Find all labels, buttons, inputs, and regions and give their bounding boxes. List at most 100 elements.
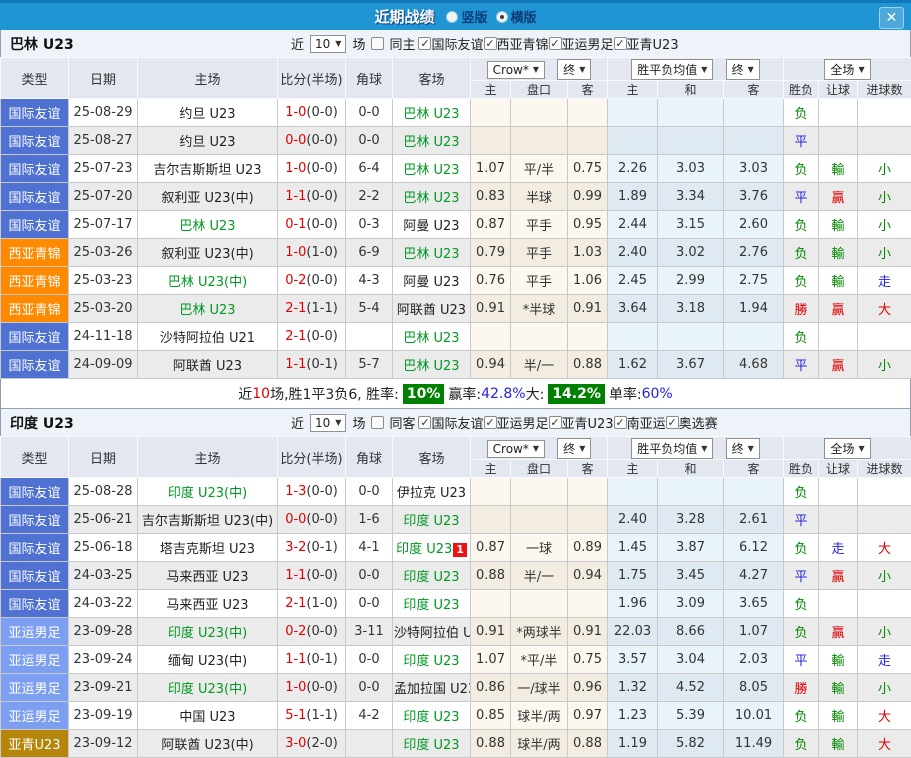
vertical-layout-radio[interactable] — [446, 11, 458, 23]
match-count-select[interactable]: 10 ▼ — [310, 35, 346, 53]
home-team-cell: 马来西亚 U23 — [138, 562, 278, 590]
halftime-score: (0-0) — [306, 217, 337, 232]
handicap-time-select[interactable]: 终▼ — [557, 59, 591, 80]
corner-cell: 0-0 — [346, 127, 393, 155]
competition-filter: ✓亚青U23 — [614, 34, 679, 53]
same-venue-checkbox[interactable] — [371, 416, 384, 429]
dialog-title: 近期战绩 — [374, 6, 434, 27]
corner-cell — [346, 730, 393, 758]
competition-checkbox[interactable]: ✓ — [418, 37, 431, 50]
away-team-name: 孟加拉国 U23 — [394, 682, 471, 697]
avg-away-odds: 2.03 — [724, 646, 784, 674]
table-row: 国际友谊24-09-09阿联酋 U231-1(0-1)5-7巴林 U230.94… — [1, 351, 911, 379]
score-cell: 1-3(0-0) — [278, 478, 346, 506]
avg-draw-odds: 5.39 — [658, 702, 724, 730]
handicap-home-odds: 1.07 — [471, 155, 511, 183]
handicap-home-odds — [471, 478, 511, 506]
competition-checkbox[interactable]: ✓ — [418, 416, 431, 429]
handicap-away-odds: 0.96 — [568, 674, 608, 702]
home-team-cell: 巴林 U23 — [138, 211, 278, 239]
handicap-time-select[interactable]: 终▼ — [557, 438, 591, 459]
handicap-home-odds — [471, 99, 511, 127]
table-row: 国际友谊24-03-22马来西亚 U232-1(1-0)0-0印度 U231.9… — [1, 590, 911, 618]
handicap-result-cell — [819, 478, 858, 506]
avg-home-odds: 1.62 — [608, 351, 658, 379]
competition-checkbox[interactable]: ✓ — [666, 416, 679, 429]
goals-result-cell: 走 — [858, 267, 911, 295]
summary-segment: 42.8% — [481, 386, 525, 402]
wdl-avg-select[interactable]: 胜平负均值▼ — [631, 59, 713, 80]
avg-away-odds: 6.12 — [724, 534, 784, 562]
match-type-badge: 国际友谊 — [1, 127, 69, 155]
record-summary: 近10场,胜1平3负6, 胜率:10%赢率:42.8% 大:14.2%单率:60… — [0, 379, 911, 409]
bookmaker-select[interactable]: Crow*▼ — [487, 61, 545, 79]
avg-draw-odds: 5.82 — [658, 730, 724, 758]
match-type-badge: 国际友谊 — [1, 562, 69, 590]
handicap-line: *两球半 — [511, 618, 568, 646]
competition-label: 国际友谊 — [431, 413, 483, 432]
result-cell: 负 — [784, 478, 819, 506]
competition-checkbox[interactable]: ✓ — [484, 37, 497, 50]
score-cell: 1-0(0-0) — [278, 155, 346, 183]
home-team-cell: 约旦 U23 — [138, 127, 278, 155]
handicap-result-cell: 輸 — [819, 211, 858, 239]
competition-checkbox[interactable]: ✓ — [549, 416, 562, 429]
competition-checkbox[interactable]: ✓ — [484, 416, 497, 429]
fulltime-score: 1-3 — [285, 484, 306, 499]
chevron-down-icon: ▼ — [335, 36, 341, 52]
away-team-cell: 印度 U23 — [393, 730, 471, 758]
sub-col-ah-away: 客 — [568, 460, 608, 478]
away-team-name: 印度 U23 — [403, 738, 459, 753]
competition-checkbox[interactable]: ✓ — [614, 37, 627, 50]
fulltime-score: 1-1 — [285, 357, 306, 372]
horizontal-layout-radio[interactable] — [496, 11, 508, 23]
handicap-result-cell — [819, 323, 858, 351]
fulltime-select[interactable]: 全场▼ — [824, 438, 870, 459]
horizontal-layout-label: 横版 — [511, 7, 537, 26]
wdl-time-select[interactable]: 终▼ — [726, 59, 760, 80]
games-label: 场 — [352, 413, 365, 432]
col-corner: 角球 — [346, 58, 393, 99]
handicap-home-odds: 0.87 — [471, 534, 511, 562]
result-group-header: 全场▼ — [784, 437, 911, 460]
close-button[interactable]: ✕ — [879, 7, 904, 29]
avg-away-odds: 2.60 — [724, 211, 784, 239]
fulltime-select[interactable]: 全场▼ — [824, 59, 870, 80]
goals-result-cell — [858, 99, 911, 127]
home-team-cell: 印度 U23(中) — [138, 674, 278, 702]
avg-home-odds: 2.40 — [608, 506, 658, 534]
match-count-select[interactable]: 10 ▼ — [310, 414, 346, 432]
wdl-group-header: 胜平负均值▼ 终▼ — [608, 58, 784, 81]
goals-result-cell: 大 — [858, 730, 911, 758]
competition-label: 亚青U23 — [627, 34, 679, 53]
handicap-line: 球半/两 — [511, 702, 568, 730]
goals-result-cell: 大 — [858, 702, 911, 730]
same-venue-checkbox[interactable] — [371, 37, 384, 50]
avg-home-odds — [608, 478, 658, 506]
away-team-cell: 巴林 U23 — [393, 155, 471, 183]
handicap-result-cell — [819, 127, 858, 155]
goals-result-cell: 小 — [858, 155, 911, 183]
competition-checkbox[interactable]: ✓ — [614, 416, 627, 429]
avg-away-odds: 10.01 — [724, 702, 784, 730]
handicap-line — [511, 99, 568, 127]
summary-segment: 场,胜1平3负6, 胜率: — [270, 384, 399, 404]
away-team-cell: 巴林 U23 — [393, 239, 471, 267]
section-india-u23: 印度 U23 近 10 ▼ 场 同客 ✓国际友谊✓亚运男足✓亚青U23✓南亚运✓… — [0, 409, 911, 758]
handicap-result-cell: 輸 — [819, 239, 858, 267]
handicap-line: *平/半 — [511, 646, 568, 674]
match-type-badge: 国际友谊 — [1, 506, 69, 534]
away-team-name: 巴林 U23 — [403, 359, 459, 374]
away-team-name: 印度 U23 — [403, 654, 459, 669]
halftime-score: (0-0) — [306, 484, 337, 499]
col-home: 主场 — [138, 437, 278, 478]
away-team-cell: 伊拉克 U23 — [393, 478, 471, 506]
wdl-avg-select[interactable]: 胜平负均值▼ — [631, 438, 713, 459]
competition-checkbox[interactable]: ✓ — [549, 37, 562, 50]
wdl-time-select[interactable]: 终▼ — [726, 438, 760, 459]
sub-col-eu-home: 主 — [608, 460, 658, 478]
bookmaker-select[interactable]: Crow*▼ — [487, 440, 545, 458]
handicap-line: *半球 — [511, 295, 568, 323]
result-cell: 负 — [784, 155, 819, 183]
result-cell: 负 — [784, 239, 819, 267]
